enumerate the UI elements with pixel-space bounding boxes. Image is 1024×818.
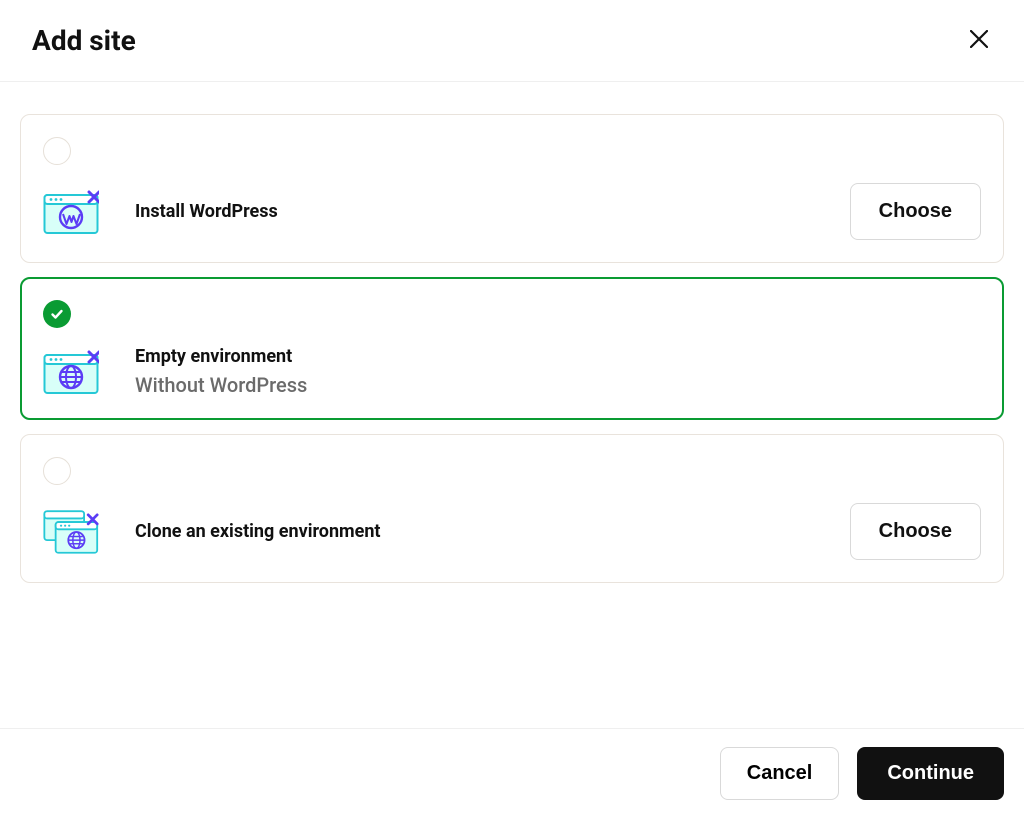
options-list: Install WordPress Choose — [0, 82, 1024, 583]
option-title: Empty environment — [135, 346, 307, 367]
option-left: Install WordPress — [43, 188, 278, 236]
modal-footer: Cancel Continue — [0, 728, 1024, 818]
option-install-wordpress[interactable]: Install WordPress Choose — [20, 114, 1004, 263]
clone-browser-icon — [43, 508, 99, 556]
option-texts: Empty environment Without WordPress — [135, 346, 307, 397]
option-empty-environment[interactable]: Empty environment Without WordPress — [20, 277, 1004, 420]
option-clone-environment[interactable]: Clone an existing environment Choose — [20, 434, 1004, 583]
radio-row — [43, 300, 981, 328]
page-title: Add site — [32, 24, 136, 57]
choose-button[interactable]: Choose — [850, 183, 981, 240]
option-body: Empty environment Without WordPress — [43, 346, 981, 397]
continue-button[interactable]: Continue — [857, 747, 1004, 800]
close-button[interactable] — [966, 25, 992, 57]
radio-checked[interactable] — [43, 300, 71, 328]
choose-button[interactable]: Choose — [850, 503, 981, 560]
option-left: Empty environment Without WordPress — [43, 346, 307, 397]
cancel-button[interactable]: Cancel — [720, 747, 840, 800]
option-left: Clone an existing environment — [43, 508, 381, 556]
globe-browser-icon — [43, 348, 99, 396]
option-title: Install WordPress — [135, 201, 278, 222]
option-subtitle: Without WordPress — [135, 373, 307, 397]
radio-row — [43, 457, 981, 485]
radio-row — [43, 137, 981, 165]
modal-header: Add site — [0, 0, 1024, 82]
radio-unchecked[interactable] — [43, 137, 71, 165]
checkmark-icon — [50, 307, 64, 321]
option-title: Clone an existing environment — [135, 521, 381, 542]
wordpress-browser-icon — [43, 188, 99, 236]
option-body: Clone an existing environment Choose — [43, 503, 981, 560]
option-texts: Clone an existing environment — [135, 521, 381, 542]
radio-unchecked[interactable] — [43, 457, 71, 485]
option-body: Install WordPress Choose — [43, 183, 981, 240]
option-texts: Install WordPress — [135, 201, 278, 222]
close-icon — [970, 30, 988, 48]
